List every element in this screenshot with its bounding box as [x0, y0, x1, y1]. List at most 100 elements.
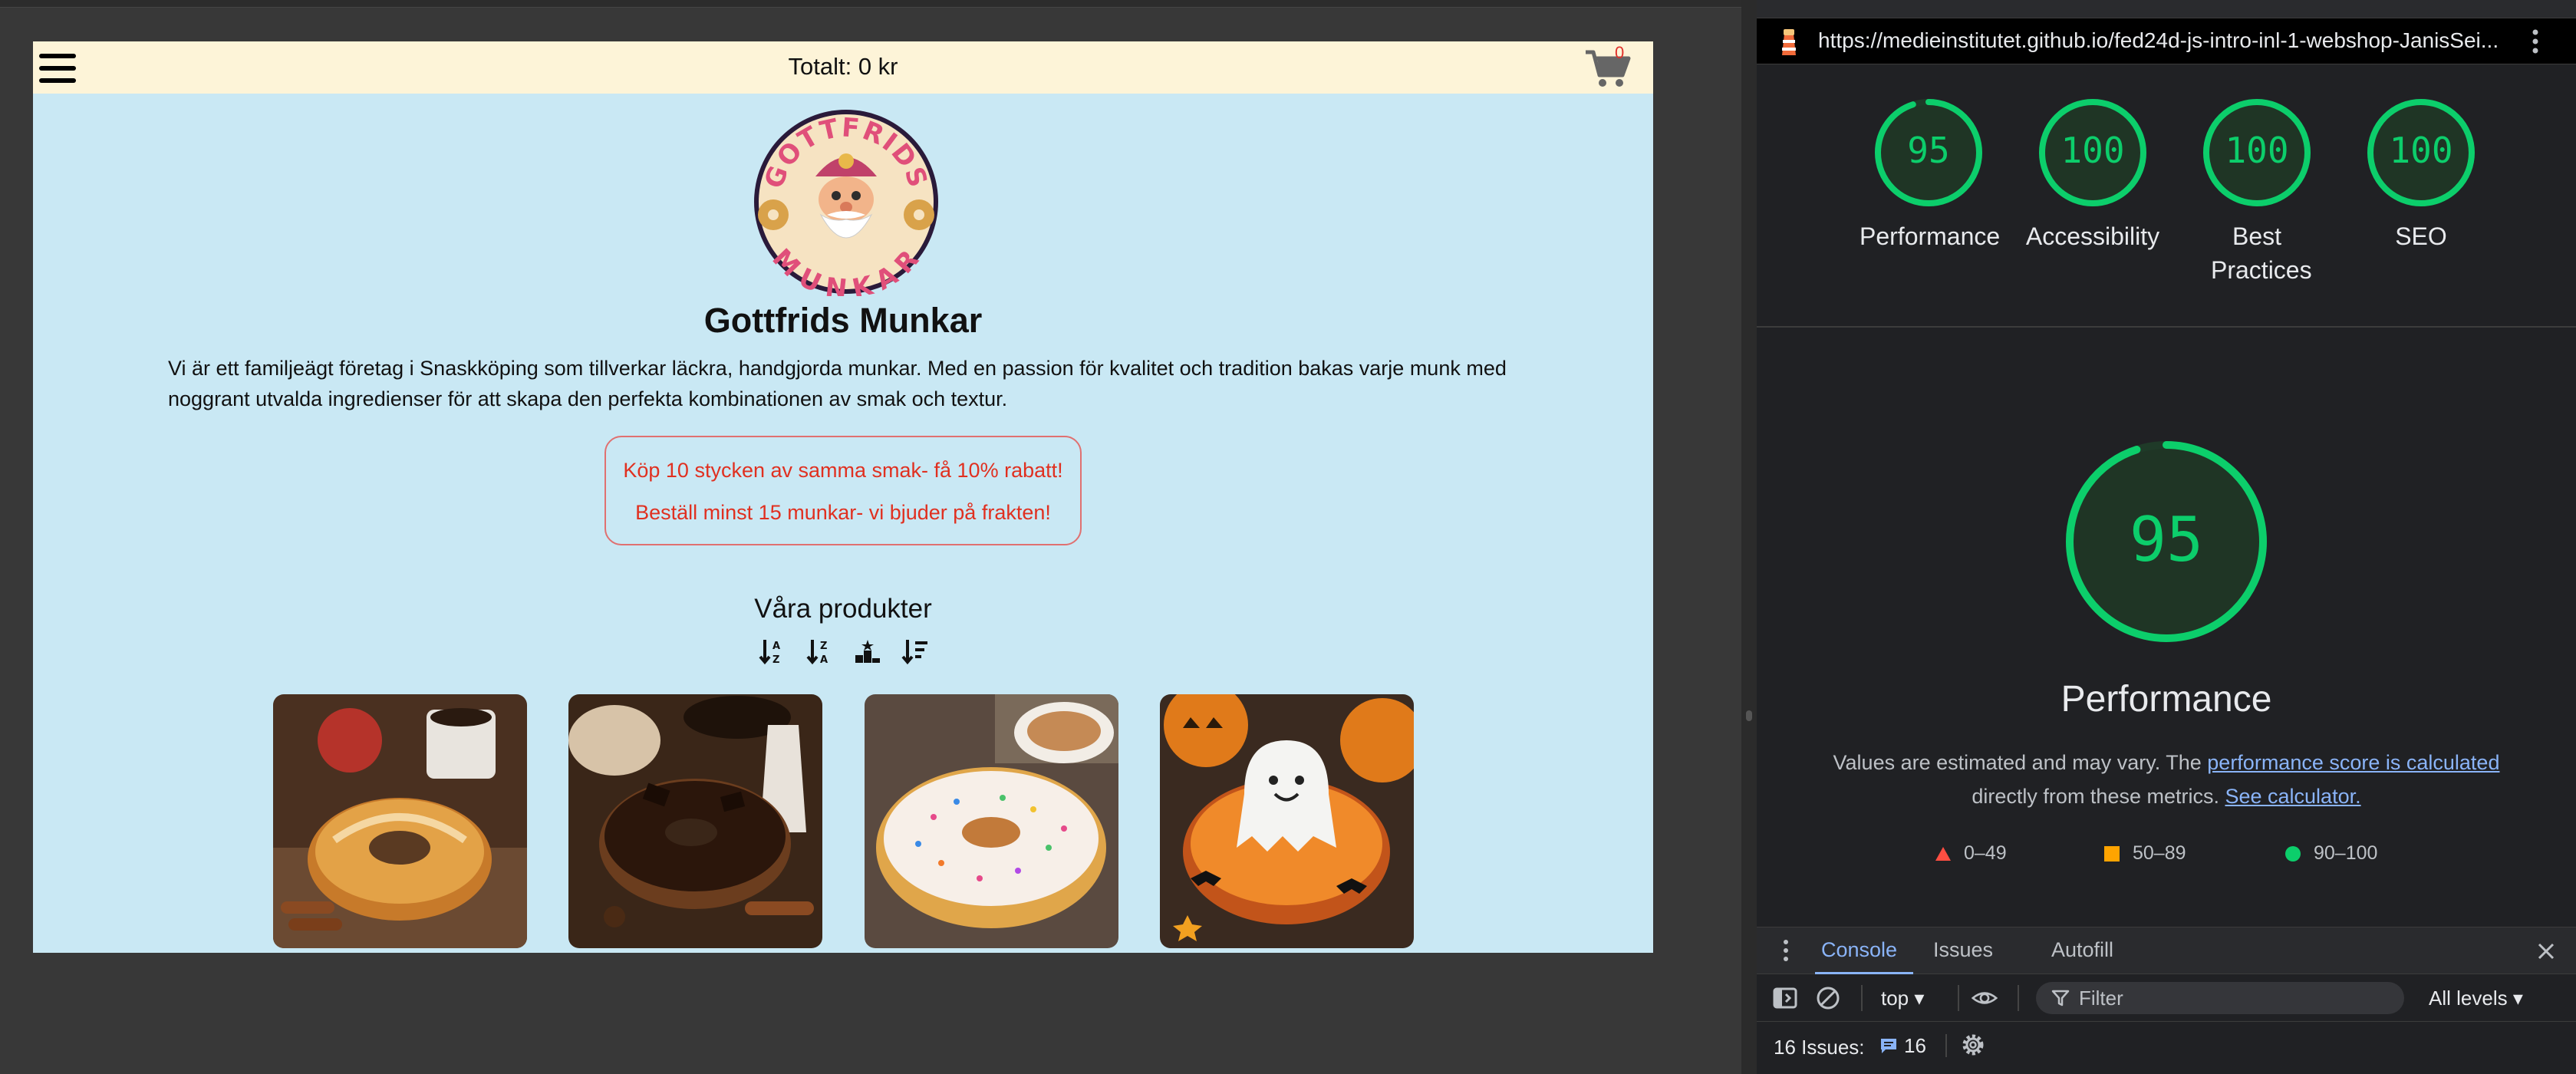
score-disclaimer: Values are estimated and may vary. The p…	[1803, 746, 2530, 813]
levels-value: All levels	[2429, 987, 2508, 1010]
site-header: Totalt: 0 kr 0	[33, 41, 1653, 94]
gauge-label: SEO	[2395, 222, 2447, 250]
legend-label: 50–89	[2133, 842, 2186, 864]
tab-autofill[interactable]: Autofill	[2051, 938, 2113, 962]
toolbar-separator	[1945, 1034, 1947, 1057]
legend-pass: 90–100	[2284, 842, 2377, 865]
sort-rating-icon[interactable]	[854, 637, 881, 666]
gauge-label: Accessibility	[2025, 222, 2160, 250]
lighthouse-icon	[1782, 29, 1796, 55]
offer-discount: Köp 10 stycken av samma smak- få 10% rab…	[623, 459, 1063, 482]
lighthouse-url-bar: https://medieinstitutet.github.io/fed24d…	[1757, 18, 2576, 64]
product-card-halloween-donut[interactable]	[1160, 694, 1414, 948]
legend-fail: 0–49	[1935, 842, 2007, 865]
audited-url[interactable]: https://medieinstitutet.github.io/fed24d…	[1818, 28, 2516, 53]
splitter-handle[interactable]	[1746, 710, 1752, 721]
issues-count: 16	[1904, 1033, 1926, 1057]
issues-count-button[interactable]: 16	[1879, 1034, 1926, 1057]
filter-icon	[2051, 990, 2070, 1006]
sort-alpha-asc-icon[interactable]: A Z	[759, 637, 786, 666]
sort-bar: A Z Z A	[759, 637, 929, 667]
sprinkle-donut-image	[865, 694, 1118, 948]
chocolate-donut-image	[568, 694, 822, 948]
section-divider	[1757, 326, 2576, 328]
gauge-label: Best Practices	[2211, 222, 2312, 284]
issues-label: 16 Issues:	[1774, 1036, 1865, 1059]
svg-text:A: A	[820, 654, 828, 666]
gauge-best-practices[interactable]: 100 Best Practices	[2188, 97, 2326, 287]
gear-icon[interactable]	[1959, 1031, 1987, 1059]
clear-console-icon[interactable]	[1815, 985, 1841, 1011]
see-calculator-link[interactable]: See calculator.	[2225, 785, 2360, 808]
filter-field[interactable]	[2036, 982, 2404, 1014]
toolbar-separator	[1861, 985, 1863, 1011]
disclaimer-text: Values are estimated and may vary. The	[1833, 751, 2208, 774]
product-card-chocolate-donut[interactable]	[568, 694, 822, 948]
gottfrids-logo: GOTTFRIDS MUNKAR	[754, 110, 938, 296]
close-icon[interactable]	[2533, 938, 2559, 964]
cinnamon-donut-image	[273, 694, 527, 948]
cart-button[interactable]	[1584, 48, 1638, 91]
cart-total: Totalt: 0 kr	[788, 53, 898, 80]
panel-splitter[interactable]	[1741, 0, 1757, 1074]
toolbar-separator	[1958, 985, 1959, 1011]
drawer-menu-icon[interactable]	[1778, 937, 1794, 964]
toolbar-separator	[2018, 985, 2019, 1011]
log-levels-select[interactable]: All levels ▾	[2429, 987, 2523, 1010]
drawer-tab-bar: Console Issues Autofill	[1757, 927, 2576, 975]
sidebar-toggle-icon[interactable]	[1772, 985, 1798, 1011]
shopping-cart-icon	[1586, 50, 1631, 87]
message-icon	[1881, 1039, 1896, 1053]
main-performance-gauge: 95	[2066, 441, 2267, 642]
more-options-icon[interactable]	[2524, 26, 2547, 57]
legend-label: 0–49	[1964, 842, 2007, 864]
svg-text:Z: Z	[820, 641, 827, 652]
issues-bar: 16 Issues: 16	[1757, 1022, 2576, 1069]
filter-input[interactable]	[2079, 987, 2386, 1010]
console-toolbar: top ▾ All levels ▾	[1757, 974, 2576, 1022]
svg-text:100: 100	[2060, 130, 2124, 171]
svg-text:A: A	[772, 641, 780, 652]
sort-price-icon[interactable]	[901, 637, 929, 666]
context-select[interactable]: top ▾	[1881, 987, 1924, 1010]
svg-text:95: 95	[1907, 130, 1949, 171]
svg-text:100: 100	[2225, 130, 2288, 171]
score-ring: 100	[2039, 99, 2146, 206]
tab-issues[interactable]: Issues	[1933, 938, 1993, 962]
svg-text:95: 95	[2130, 504, 2203, 575]
tab-console[interactable]: Console	[1821, 938, 1897, 962]
score-ring: 100	[2367, 99, 2475, 206]
score-calculated-link[interactable]: performance score is calculated	[2207, 751, 2499, 774]
gauge-label: Performance	[1860, 222, 2001, 250]
shop-description: Vi är ett familjeägt företag i Snaskköpi…	[168, 357, 1507, 410]
legend-label: 90–100	[2314, 842, 2378, 864]
offer-free-shipping: Beställ minst 15 munkar- vi bjuder på fr…	[635, 501, 1051, 524]
gauge-performance[interactable]: 95 Performance	[1860, 97, 2001, 253]
score-ring: 100	[2203, 99, 2311, 206]
product-card-cinnamon-donut[interactable]	[273, 694, 527, 948]
browser-top-strip	[0, 0, 1741, 8]
score-legend: 0–49 50–89 90–100	[1757, 842, 2576, 870]
gauge-seo[interactable]: 100 SEO	[2352, 97, 2490, 253]
triangle-icon	[1935, 846, 1951, 861]
shop-title: Gottfrids Munkar	[703, 301, 983, 340]
cart-count-badge: 0	[1615, 43, 1625, 62]
product-card-sprinkle-donut[interactable]	[865, 694, 1118, 948]
square-icon	[2104, 845, 2120, 862]
legend-average: 50–89	[2103, 842, 2186, 865]
svg-text:Z: Z	[772, 654, 779, 666]
products-heading: Våra produkter	[754, 594, 932, 624]
webshop-viewport: Totalt: 0 kr 0 GOTTFRIDS MUNKAR Gottfrid…	[33, 41, 1653, 953]
devtools-top-bar	[1757, 0, 2576, 18]
offer-box: Köp 10 stycken av samma smak- få 10% rab…	[604, 436, 1082, 545]
sort-alpha-desc-icon[interactable]: Z A	[806, 637, 834, 666]
svg-text:100: 100	[2389, 130, 2452, 171]
disclaimer-text: directly from these metrics.	[1972, 785, 2225, 808]
context-value: top	[1881, 987, 1909, 1010]
score-ring: 95	[1875, 99, 1982, 206]
eye-icon[interactable]	[1972, 985, 1998, 1011]
gauge-accessibility[interactable]: 100 Accessibility	[2024, 97, 2162, 253]
halloween-donut-image	[1160, 694, 1414, 948]
performance-title: Performance	[2060, 679, 2272, 720]
circle-icon	[2285, 845, 2301, 862]
